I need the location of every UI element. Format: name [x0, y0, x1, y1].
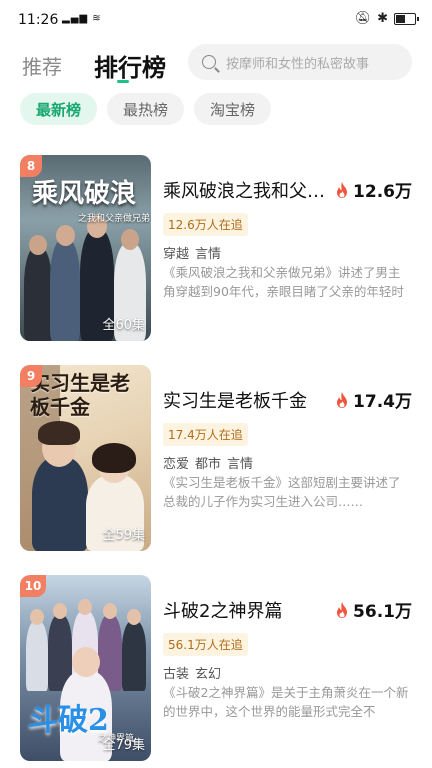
rank-badge: 10 — [20, 575, 46, 597]
heat-score: 17.4万 — [335, 387, 412, 412]
genre-tags: 恋爱 都市 言情 — [163, 453, 259, 472]
list-item[interactable]: 实习生是老板千金 9 全59集 实习生是老板千金 17.4万 17.4万人在追 … — [20, 365, 420, 551]
bluetooth-icon: ✱ — [377, 11, 388, 26]
episode-count: 全79集 — [102, 738, 145, 753]
status-time: 11:26 — [18, 12, 59, 28]
flame-icon — [337, 391, 348, 408]
genre-tag: 古装 — [163, 667, 190, 682]
item-description: 《乘风破浪之我和父亲做兄弟》讲述了男主角穿越到90年代，亲眼目睹了父亲的年轻时代… — [163, 265, 404, 299]
episode-count: 全60集 — [102, 318, 145, 333]
tab-ranking[interactable]: 排行榜 — [94, 48, 166, 83]
cover-image[interactable]: 实习生是老板千金 9 全59集 — [20, 365, 151, 551]
following-badge: 17.4万人在追 — [163, 423, 248, 446]
ranking-filter-chips: 最新榜 最热榜 淘宝榜 — [20, 93, 272, 125]
following-badge: 56.1万人在追 — [163, 633, 248, 656]
rank-badge: 9 — [20, 365, 42, 387]
flame-icon — [337, 181, 348, 198]
item-title[interactable]: 乘风破浪之我和父亲做兄弟 — [163, 177, 329, 203]
heat-score: 56.1万 — [335, 597, 412, 622]
status-bar: 11:26 ▂▄▆ ≋ 🔕︎ ✱ — [0, 0, 432, 40]
top-nav: 推荐 排行榜 按摩师和女性的私密故事 — [0, 44, 432, 84]
item-description: 《斗破2之神界篇》是关于主角萧炎在一个新的世界中，这个世界的能量形式完全不同…… — [163, 685, 409, 719]
status-right: 🔕︎ ✱ — [354, 11, 419, 26]
cover-image[interactable]: 斗破2 之神界篇 10 全79集 — [20, 575, 151, 761]
signal-icon: ▂▄▆ ≋ — [62, 13, 102, 24]
search-placeholder: 按摩师和女性的私密故事 — [226, 56, 370, 72]
chip-latest[interactable]: 最新榜 — [20, 93, 98, 125]
battery-icon — [394, 12, 419, 25]
genre-tags: 古装 玄幻 — [163, 663, 227, 682]
genre-tag: 玄幻 — [195, 667, 222, 682]
genre-tag: 言情 — [227, 457, 254, 472]
item-description: 《实习生是老板千金》这部短剧主要讲述了总裁的儿子作为实习生进入公司…… — [163, 475, 401, 509]
cover-title: 斗破2 — [28, 703, 109, 738]
episode-count: 全59集 — [102, 528, 145, 543]
item-title[interactable]: 斗破2之神界篇 — [163, 597, 329, 623]
tab-recommend[interactable]: 推荐 — [22, 51, 62, 80]
heat-value: 12.6万 — [353, 182, 412, 202]
genre-tag: 都市 — [195, 457, 222, 472]
list-item[interactable]: 乘风破浪 之我和父亲做兄弟 8 全60集 乘风破浪之我和父亲做兄弟 12.6万 … — [20, 155, 420, 341]
list-item[interactable]: 斗破2 之神界篇 10 全79集 斗破2之神界篇 56.1万 56.1万人在追 … — [20, 575, 420, 761]
chip-hottest[interactable]: 最热榜 — [107, 93, 185, 125]
item-info: 实习生是老板千金 17.4万 17.4万人在追 恋爱 都市 言情 《实习生是老板千金… — [163, 365, 420, 551]
cover-subtitle: 之我和父亲做兄弟 — [78, 214, 151, 224]
search-icon — [202, 55, 216, 69]
mute-icon: 🔕︎ — [354, 11, 372, 26]
rank-badge: 8 — [20, 155, 42, 177]
heat-value: 17.4万 — [353, 392, 412, 412]
cover-image[interactable]: 乘风破浪 之我和父亲做兄弟 8 全60集 — [20, 155, 151, 341]
heat-score: 12.6万 — [335, 177, 412, 202]
genre-tag: 言情 — [195, 247, 222, 262]
item-info: 乘风破浪之我和父亲做兄弟 12.6万 12.6万人在追 穿越言情 《乘风破浪之我… — [163, 155, 420, 341]
active-tab-indicator — [117, 80, 129, 83]
genre-tags: 穿越 言情 — [163, 243, 227, 262]
heat-value: 56.1万 — [353, 602, 412, 622]
cover-title: 实习生是老板千金 — [30, 371, 130, 419]
genre-tag: 穿越 — [163, 247, 190, 262]
item-info: 斗破2之神界篇 56.1万 56.1万人在追 古装 玄幻 《斗破2之神界篇》是关于… — [163, 575, 420, 761]
cover-title: 乘风破浪 — [32, 179, 137, 209]
genre-tag: 恋爱 — [163, 457, 190, 472]
search-input[interactable]: 按摩师和女性的私密故事 — [188, 44, 412, 80]
flame-icon — [337, 601, 348, 618]
item-title[interactable]: 实习生是老板千金 — [163, 387, 329, 413]
following-badge: 12.6万人在追 — [163, 213, 248, 236]
chip-taobao[interactable]: 淘宝榜 — [194, 93, 272, 125]
